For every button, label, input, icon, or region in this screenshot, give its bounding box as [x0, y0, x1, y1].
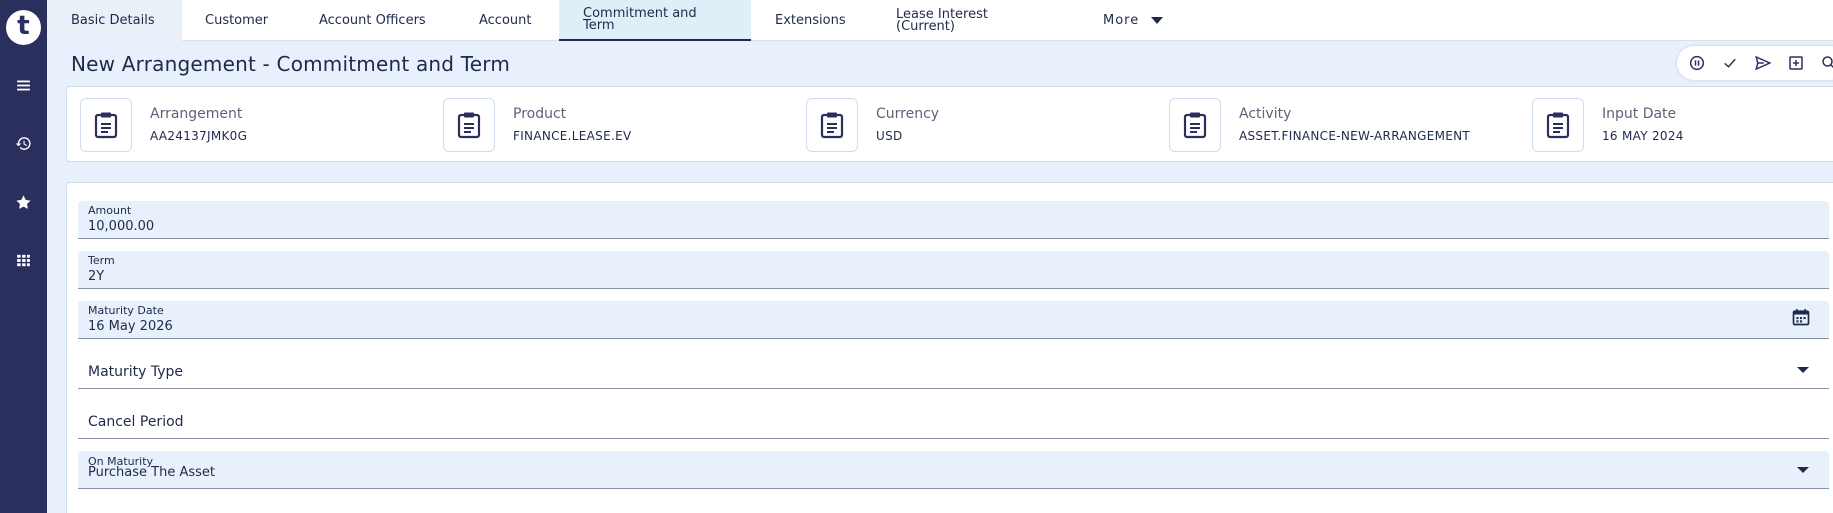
clipboard-icon	[1532, 98, 1584, 152]
tab-lease-interest-current[interactable]: Lease Interest (Current)	[896, 0, 988, 41]
info-label: Input Date	[1602, 106, 1677, 122]
field-value: Purchase The Asset	[88, 465, 216, 480]
maturity-type-select[interactable]: Maturity Type	[78, 351, 1829, 389]
info-value: 16 MAY 2024	[1602, 129, 1684, 143]
info-value: USD	[876, 129, 903, 143]
field-value: 10,000.00	[88, 219, 155, 234]
field-label: Cancel Period	[88, 414, 184, 430]
info-label: Activity	[1239, 106, 1292, 122]
tab-basic-details[interactable]: Basic Details	[47, 0, 182, 41]
tab-label: Extensions	[775, 13, 846, 28]
tab-bar: Basic Details Customer Account Officers …	[47, 0, 1833, 41]
tab-label: Account	[479, 13, 532, 28]
cancel-period-field[interactable]: Cancel Period	[78, 401, 1829, 439]
arrangement-summary-card: Arrangement AA24137JMK0G Product FINANCE…	[66, 86, 1833, 162]
tab-label: Lease Interest (Current)	[896, 6, 988, 34]
tab-more[interactable]: More	[1103, 0, 1164, 41]
menu-icon[interactable]	[0, 72, 47, 98]
dropdown-arrow-icon[interactable]	[1797, 367, 1809, 373]
clipboard-icon	[1169, 98, 1221, 152]
tab-label: Basic Details	[71, 13, 155, 28]
add-box-icon[interactable]	[1787, 54, 1805, 72]
field-value: 16 May 2026	[88, 319, 173, 334]
tab-label: Account Officers	[319, 13, 426, 28]
tab-extensions[interactable]: Extensions	[775, 0, 846, 41]
clipboard-icon	[806, 98, 858, 152]
tab-label: Commitment and Term	[583, 5, 697, 33]
info-value: ASSET.FINANCE-NEW-ARRANGEMENT	[1239, 129, 1471, 143]
app-logo[interactable]: t	[6, 10, 41, 45]
grid-icon[interactable]	[0, 247, 47, 273]
clipboard-icon	[80, 98, 132, 152]
dropdown-arrow-icon[interactable]	[1797, 467, 1809, 473]
tab-label: More	[1103, 13, 1140, 28]
action-toolbar	[1677, 46, 1833, 80]
clipboard-icon	[443, 98, 495, 152]
tab-account[interactable]: Account	[479, 0, 532, 41]
field-label: Term	[88, 254, 115, 267]
maturity-date-field[interactable]: Maturity Date 16 May 2026	[78, 301, 1829, 339]
field-label: Maturity Type	[88, 364, 184, 380]
term-field[interactable]: Term 2Y	[78, 251, 1829, 289]
pause-icon[interactable]	[1688, 54, 1706, 72]
page-title: New Arrangement - Commitment and Term	[71, 52, 511, 76]
field-value: 2Y	[88, 269, 105, 284]
on-maturity-select[interactable]: On Maturity Purchase The Asset	[78, 451, 1829, 489]
field-label: Maturity Date	[88, 304, 164, 317]
tab-customer[interactable]: Customer	[205, 0, 268, 41]
history-icon[interactable]	[0, 130, 47, 156]
info-label: Product	[513, 106, 567, 122]
tab-label: Customer	[205, 13, 269, 28]
calendar-icon[interactable]	[1791, 307, 1811, 327]
star-icon[interactable]	[0, 189, 47, 215]
tab-commitment-and-term[interactable]: Commitment and Term	[559, 0, 751, 41]
field-label: Amount	[88, 204, 132, 217]
tab-account-officers[interactable]: Account Officers	[319, 0, 426, 41]
info-label: Currency	[876, 106, 940, 122]
info-value: FINANCE.LEASE.EV	[513, 129, 632, 143]
send-icon[interactable]	[1754, 54, 1772, 72]
chevron-down-icon	[1151, 17, 1164, 24]
amount-field[interactable]: Amount 10,000.00	[78, 201, 1829, 239]
search-icon[interactable]	[1820, 54, 1833, 72]
info-label: Arrangement	[150, 106, 243, 122]
info-value: AA24137JMK0G	[150, 129, 248, 143]
sidebar: t	[0, 0, 47, 513]
check-icon[interactable]	[1721, 54, 1739, 72]
